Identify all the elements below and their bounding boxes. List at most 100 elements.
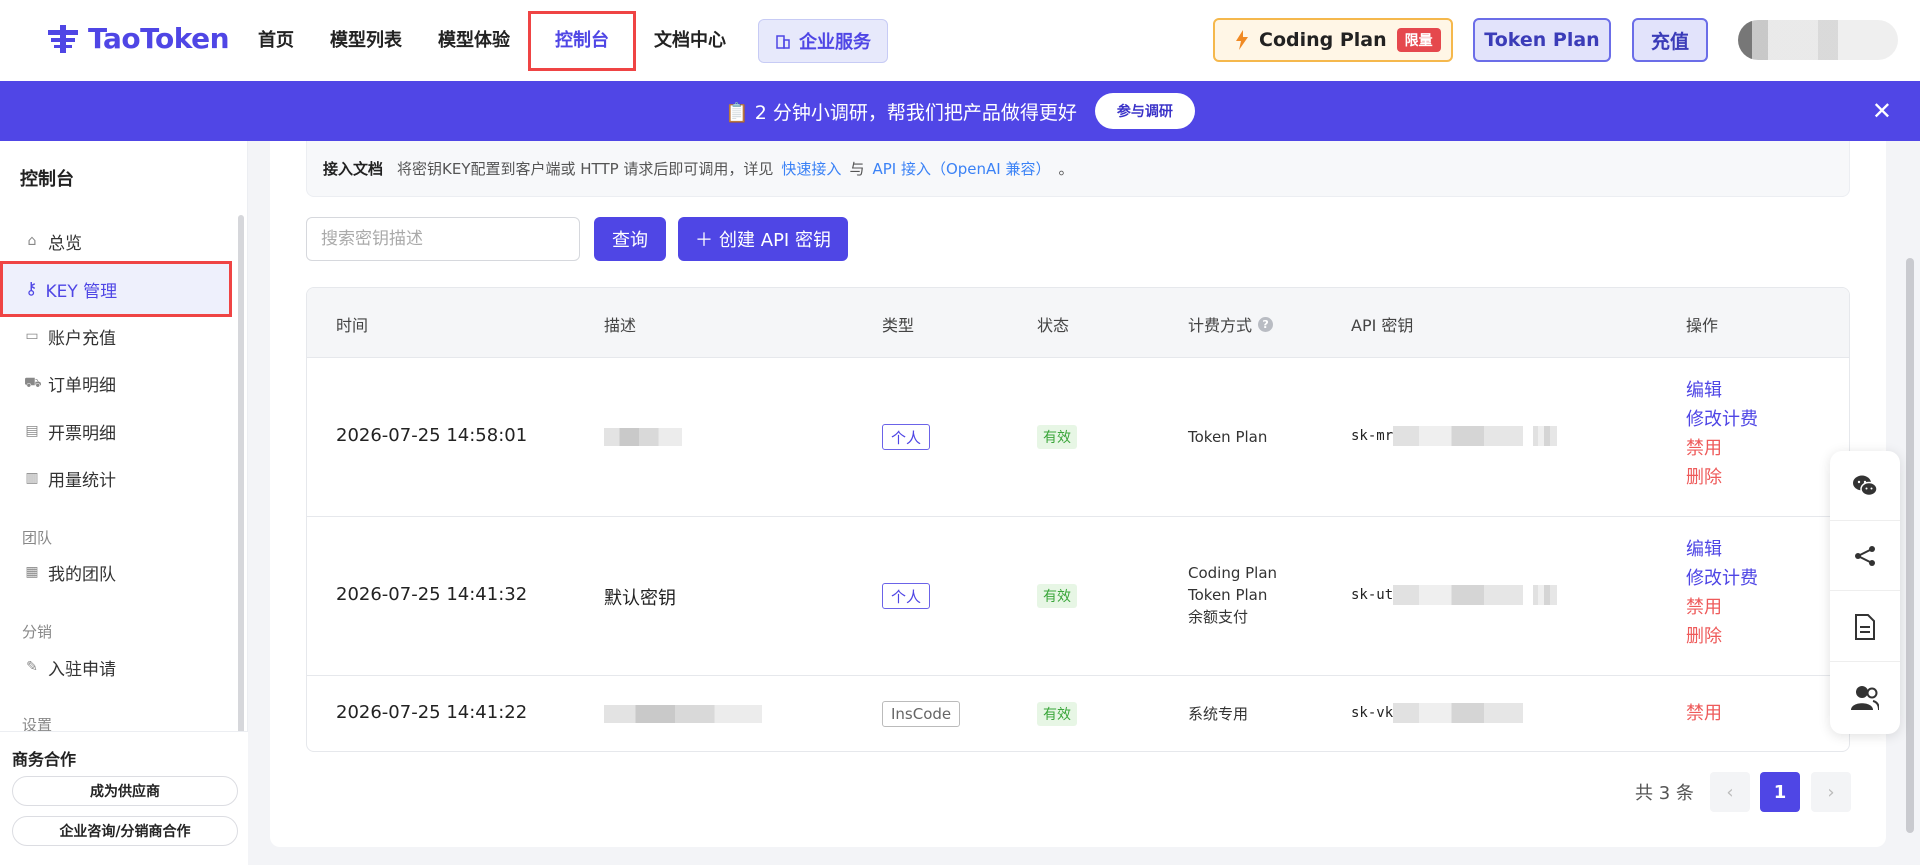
enterprise-consult-button[interactable]: 企业咨询/分销商合作 [12, 816, 238, 846]
sidebar-item-label: 用量统计 [48, 470, 116, 491]
sidebar-item-recharge[interactable]: ▭ 账户充值 [24, 321, 116, 351]
disable-link[interactable]: 禁用 [1686, 593, 1758, 622]
row-actions: 编辑 修改计费 禁用 删除 [1686, 376, 1758, 492]
wallet-icon: ▭ [25, 328, 39, 344]
coding-plan-label: Coding Plan [1259, 29, 1387, 51]
share-icon [1855, 545, 1875, 566]
sidebar-item-overview[interactable]: ⌂ 总览 [24, 226, 82, 256]
table-row: 2026-07-25 14:58:01 个人 有效 Token Plan sk-… [307, 358, 1849, 517]
survey-banner: 📋 2 分钟小调研，帮我们把产品做得更好 参与调研 ✕ [0, 81, 1920, 141]
status-badge: 有效 [1037, 584, 1077, 608]
help-icon[interactable]: ? [1258, 316, 1274, 332]
nav-console[interactable]: 控制台 [528, 11, 636, 71]
query-button[interactable]: 查询 [594, 217, 666, 261]
become-supplier-button[interactable]: 成为供应商 [12, 776, 238, 806]
nav-model-experience[interactable]: 模型体验 [420, 14, 528, 68]
nav-docs[interactable]: 文档中心 [636, 14, 744, 68]
row-api-key[interactable]: sk-mr [1351, 426, 1558, 446]
type-tag: 个人 [882, 424, 931, 450]
enterprise-service-label: 企业服务 [799, 32, 871, 53]
key-prefix: sk-ut [1351, 587, 1394, 603]
logo[interactable]: TaoToken [46, 22, 230, 55]
main-scrollbar[interactable] [1906, 258, 1914, 833]
docs-and: 与 [849, 160, 865, 178]
business-cooperation-title: 商务合作 [12, 750, 77, 769]
row-billing: Coding Plan Token Plan 余额支付 [1188, 562, 1277, 628]
col-api-key: API 密钥 [1351, 316, 1414, 335]
docs-text: 将密钥KEY配置到客户端或 HTTP 请求后即可调用，详见 [397, 160, 774, 178]
edit-link[interactable]: 编辑 [1686, 535, 1758, 564]
search-input[interactable] [306, 217, 580, 261]
logo-icon [48, 24, 78, 53]
sidebar-item-orders[interactable]: ⛟ 订单明细 [24, 368, 116, 398]
docs-label: 接入文档 [323, 160, 384, 178]
sidebar-scrollbar[interactable] [238, 215, 244, 775]
row-api-key[interactable]: sk-vk [1351, 703, 1524, 723]
wechat-button[interactable] [1830, 451, 1900, 521]
sidebar-item-label: 我的团队 [48, 564, 116, 585]
access-docs-bar: 接入文档 将密钥KEY配置到客户端或 HTTP 请求后即可调用，详见 快速接入 … [306, 141, 1850, 197]
limited-badge: 限量 [1396, 28, 1441, 52]
sidebar-group-distribution: 分销 [22, 623, 53, 641]
billing-line: Token Plan [1188, 586, 1268, 604]
contact-icon [1851, 686, 1879, 711]
token-plan-button[interactable]: Token Plan [1473, 18, 1611, 62]
main-nav: 首页 模型列表 模型体验 控制台 文档中心 企业服务 [240, 11, 888, 71]
banner-text: 📋 2 分钟小调研，帮我们把产品做得更好 [725, 101, 1077, 124]
recharge-button[interactable]: 充值 [1632, 18, 1708, 62]
page-number-current[interactable]: 1 [1760, 772, 1800, 812]
cart-icon: ⛟ [24, 375, 42, 391]
key-icon: ⚷ [25, 279, 38, 299]
quick-start-link[interactable]: 快速接入 [781, 158, 841, 179]
close-icon[interactable]: ✕ [1872, 97, 1892, 125]
team-icon: ▦ [25, 564, 39, 580]
delete-link[interactable]: 删除 [1686, 463, 1758, 492]
edit-link[interactable]: 编辑 [1686, 376, 1758, 405]
contact-button[interactable] [1830, 663, 1900, 733]
delete-link[interactable]: 删除 [1686, 622, 1758, 651]
docs-end: 。 [1058, 160, 1074, 178]
next-page-button[interactable]: › [1811, 772, 1851, 812]
create-api-key-button[interactable]: ＋ 创建 API 密钥 [678, 217, 848, 261]
sidebar-item-my-team[interactable]: ▦ 我的团队 [24, 557, 116, 587]
enterprise-service-button[interactable]: 企业服务 [758, 19, 888, 63]
api-access-link[interactable]: API 接入（OpenAI 兼容） [872, 158, 1050, 179]
row-actions: 编辑 修改计费 禁用 删除 [1686, 535, 1758, 651]
sidebar-item-label: 开票明细 [48, 423, 116, 444]
sidebar-item-key-management[interactable]: ⚷ KEY 管理 [0, 261, 232, 317]
business-cooperation: 商务合作 成为供应商 企业咨询/分销商合作 [0, 731, 248, 865]
disable-link[interactable]: 禁用 [1686, 434, 1758, 463]
sidebar-item-apply[interactable]: ✎ 入驻申请 [24, 652, 116, 682]
prev-page-button[interactable]: ‹ [1710, 772, 1750, 812]
disable-link[interactable]: 禁用 [1686, 699, 1722, 728]
survey-button[interactable]: 参与调研 [1094, 93, 1195, 129]
copy-icon[interactable] [1533, 585, 1558, 605]
sidebar-item-usage[interactable]: ▥ 用量统计 [24, 463, 116, 493]
sidebar-item-invoices[interactable]: ▤ 开票明细 [24, 416, 116, 446]
modify-billing-link[interactable]: 修改计费 [1686, 405, 1758, 434]
copy-icon[interactable] [1533, 426, 1558, 446]
share-button[interactable] [1830, 521, 1900, 591]
user-avatar[interactable] [1738, 20, 1898, 60]
status-badge: 有效 [1037, 425, 1077, 449]
billing-line: Coding Plan [1188, 564, 1278, 582]
billing-line: Token Plan [1188, 428, 1268, 446]
billing-line: 余额支付 [1188, 608, 1249, 626]
document-button[interactable] [1830, 592, 1900, 662]
sidebar-item-label: 订单明细 [48, 375, 116, 396]
stats-icon: ▥ [25, 470, 39, 486]
col-billing-label: 计费方式 [1188, 316, 1253, 335]
key-prefix: sk-vk [1351, 705, 1394, 721]
plus-icon: ＋ [695, 230, 714, 251]
sidebar-group-team: 团队 [22, 529, 53, 547]
col-billing: 计费方式 ? [1188, 312, 1274, 336]
modify-billing-link[interactable]: 修改计费 [1686, 564, 1758, 593]
nav-home[interactable]: 首页 [240, 14, 312, 68]
nav-model-list[interactable]: 模型列表 [312, 14, 420, 68]
row-api-key[interactable]: sk-ut [1351, 585, 1558, 605]
main-card: 接入文档 将密钥KEY配置到客户端或 HTTP 请求后即可调用，详见 快速接入 … [270, 141, 1886, 847]
sidebar: 控制台 ⌂ 总览 ⚷ KEY 管理 ▭ 账户充值 ⛟ 订单明细 ▤ 开票明细 ▥… [0, 141, 248, 865]
pen-icon: ✎ [26, 659, 38, 675]
logo-text: TaoToken [88, 22, 230, 55]
coding-plan-button[interactable]: Coding Plan 限量 [1213, 18, 1453, 62]
